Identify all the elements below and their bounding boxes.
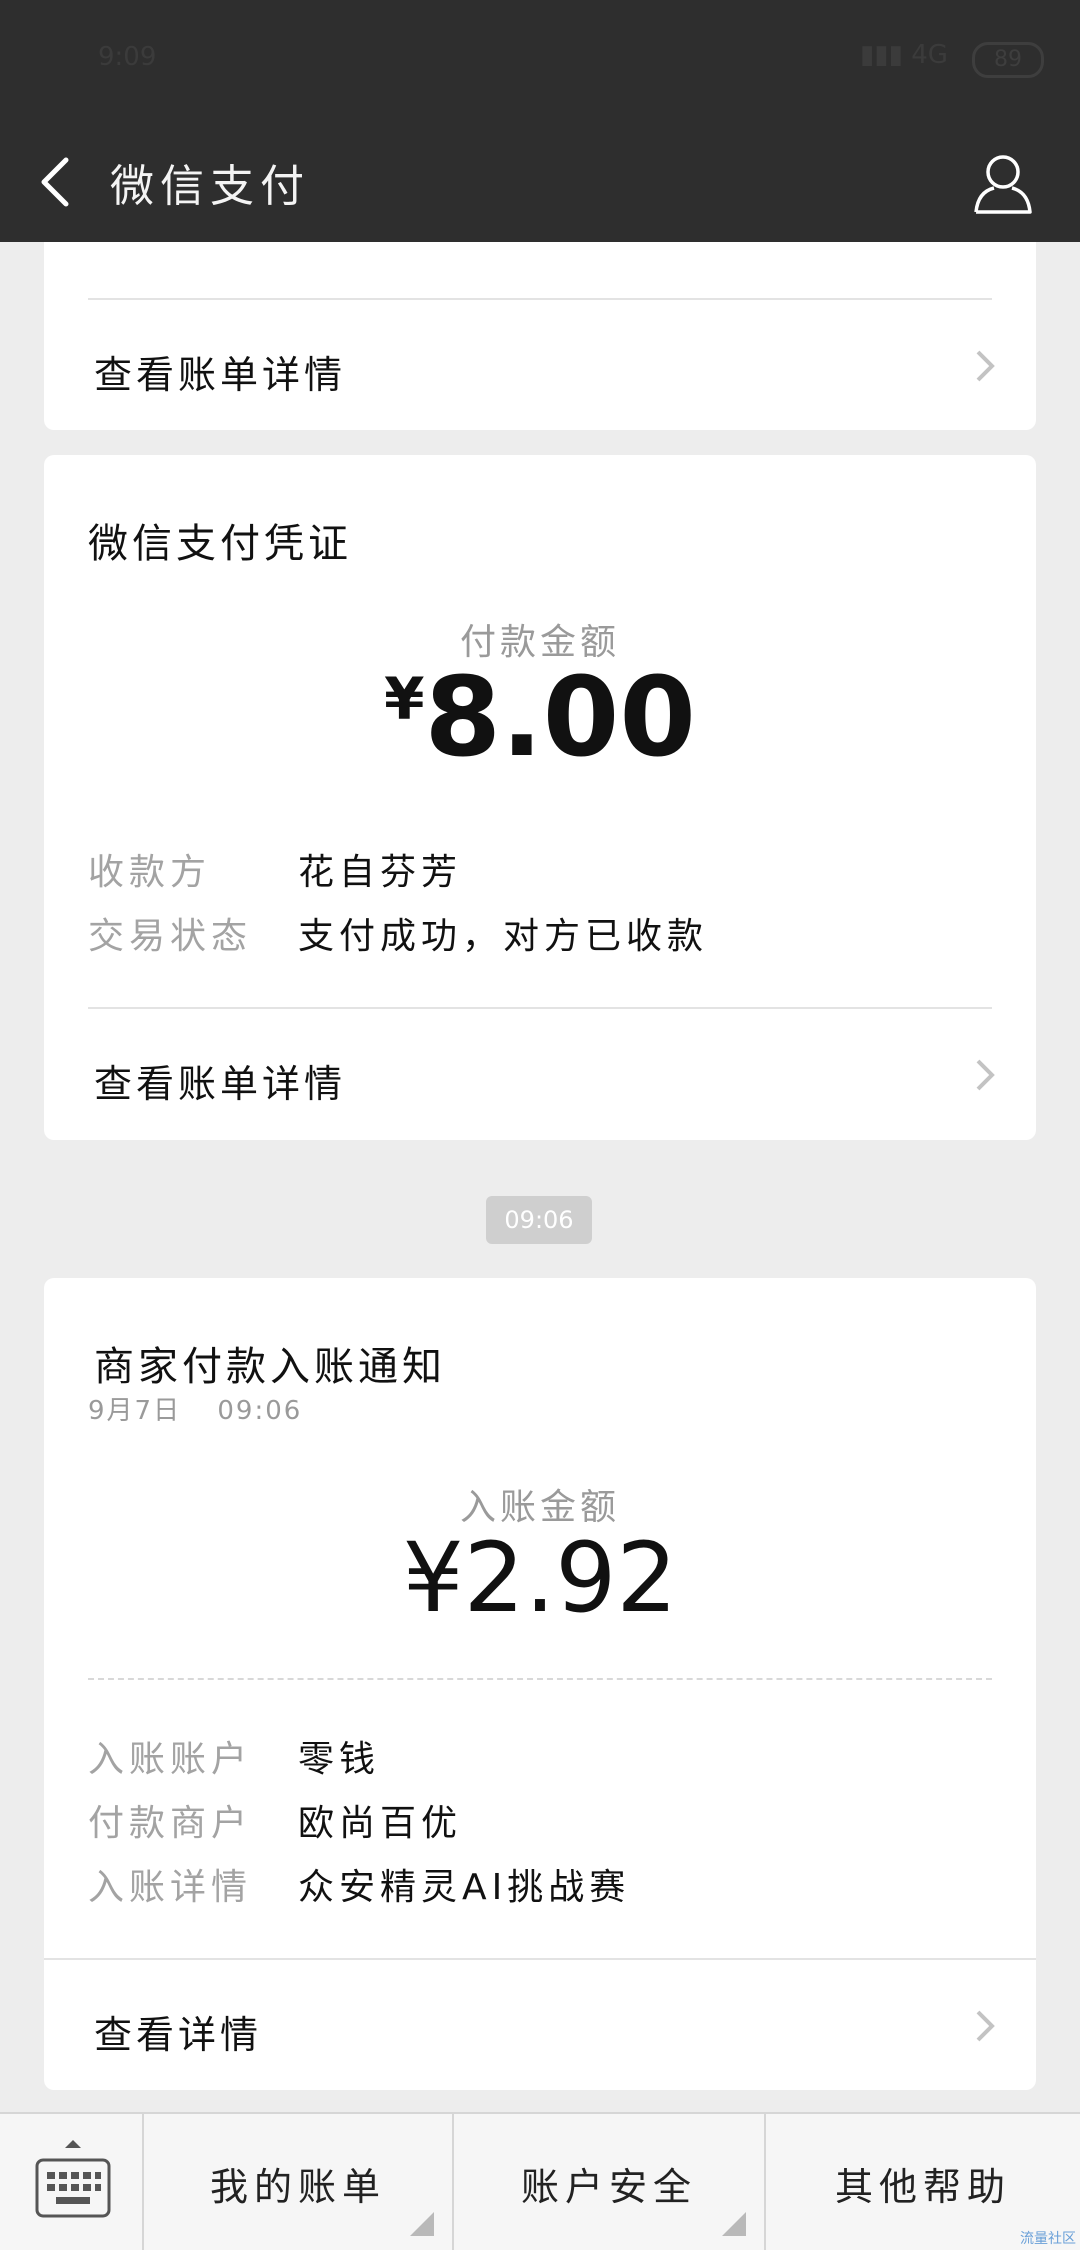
view-details-link[interactable]: 查看详情 [44,1960,1036,2092]
field-key: 入账详情 [88,1867,253,1908]
card-date: 9月7日 [88,1396,182,1426]
field-row: 交易状态 支付成功，对方已收款 [88,907,708,959]
chevron-right-icon [976,350,995,382]
field-row: 入账账户 零钱 [88,1730,380,1782]
back-arrow-icon[interactable] [36,154,76,210]
keyboard-icon [35,2140,111,2218]
my-bills-menu-button[interactable]: 我的账单 [144,2114,454,2250]
field-value: 花自芬芳 [298,852,463,893]
menu-label: 其他帮助 [834,2165,1011,2209]
field-value: 欧尚百优 [298,1803,463,1844]
message-timestamp: 09:06 [486,1196,592,1244]
signal-network: ▮▮▮ 4G [860,40,948,70]
link-label: 查看账单详情 [94,353,347,397]
chevron-right-icon [976,2010,995,2042]
field-row: 收款方 花自芬芳 [88,843,462,895]
status-bar: 9:09 ▮▮▮ 4G 89 [0,0,1080,120]
link-label: 查看账单详情 [94,1062,347,1106]
payment-voucher-card: 微信支付凭证 付款金额 ¥8.00 收款方 花自芬芳 交易状态 支付成功，对方已收款… [44,455,1036,1140]
card-title: 微信支付凭证 [88,521,352,567]
profile-icon[interactable] [972,150,1034,216]
field-key: 入账账户 [88,1739,253,1780]
submenu-indicator-icon [722,2212,746,2236]
field-key: 收款方 [88,852,212,893]
menu-label: 我的账单 [209,2165,386,2209]
credited-amount: ¥2.92 [402,1522,678,1634]
chevron-right-icon [976,1059,995,1091]
submenu-indicator-icon [410,2212,434,2236]
bottom-menu-bar: 我的账单 账户安全 其他帮助 流量社区 [0,2112,1080,2250]
field-value: 众安精灵AI挑战赛 [298,1867,631,1908]
field-row: 入账详情 众安精灵AI挑战赛 [88,1858,630,1910]
watermark: 流量社区 [1020,2231,1076,2247]
field-row: 付款商户 欧尚百优 [88,1794,462,1846]
battery-indicator: 89 [972,42,1044,78]
card-time: 09:06 [217,1396,303,1426]
menu-label: 账户安全 [520,2165,697,2209]
currency-symbol: ¥ [384,665,425,733]
merchant-payment-card: 商家付款入账通知 9月7日 09:06 入账金额 ¥2.92 入账账户 零钱 付款… [44,1278,1036,2090]
page-title: 微信支付 [110,161,310,212]
account-security-menu-button[interactable]: 账户安全 [454,2114,766,2250]
field-key: 付款商户 [88,1803,253,1844]
card-datetime: 9月7日 09:06 [88,1390,302,1427]
field-key: 交易状态 [88,916,253,957]
keyboard-toggle-button[interactable] [0,2114,144,2250]
payment-amount: ¥8.00 [44,653,1036,781]
nav-bar: 微信支付 [0,120,1080,242]
previous-notice-card: 查看账单详情 [44,242,1036,430]
amount-value: 8.00 [424,653,696,781]
field-value: 零钱 [298,1739,381,1780]
field-value: 支付成功，对方已收款 [298,916,709,957]
link-label: 查看详情 [94,2013,263,2057]
view-bill-details-link[interactable]: 查看账单详情 [44,1009,1036,1141]
view-bill-details-link[interactable]: 查看账单详情 [44,300,1036,432]
card-title: 商家付款入账通知 [94,1344,446,1390]
status-time: 9:09 [98,42,157,72]
dashed-divider [88,1678,992,1680]
